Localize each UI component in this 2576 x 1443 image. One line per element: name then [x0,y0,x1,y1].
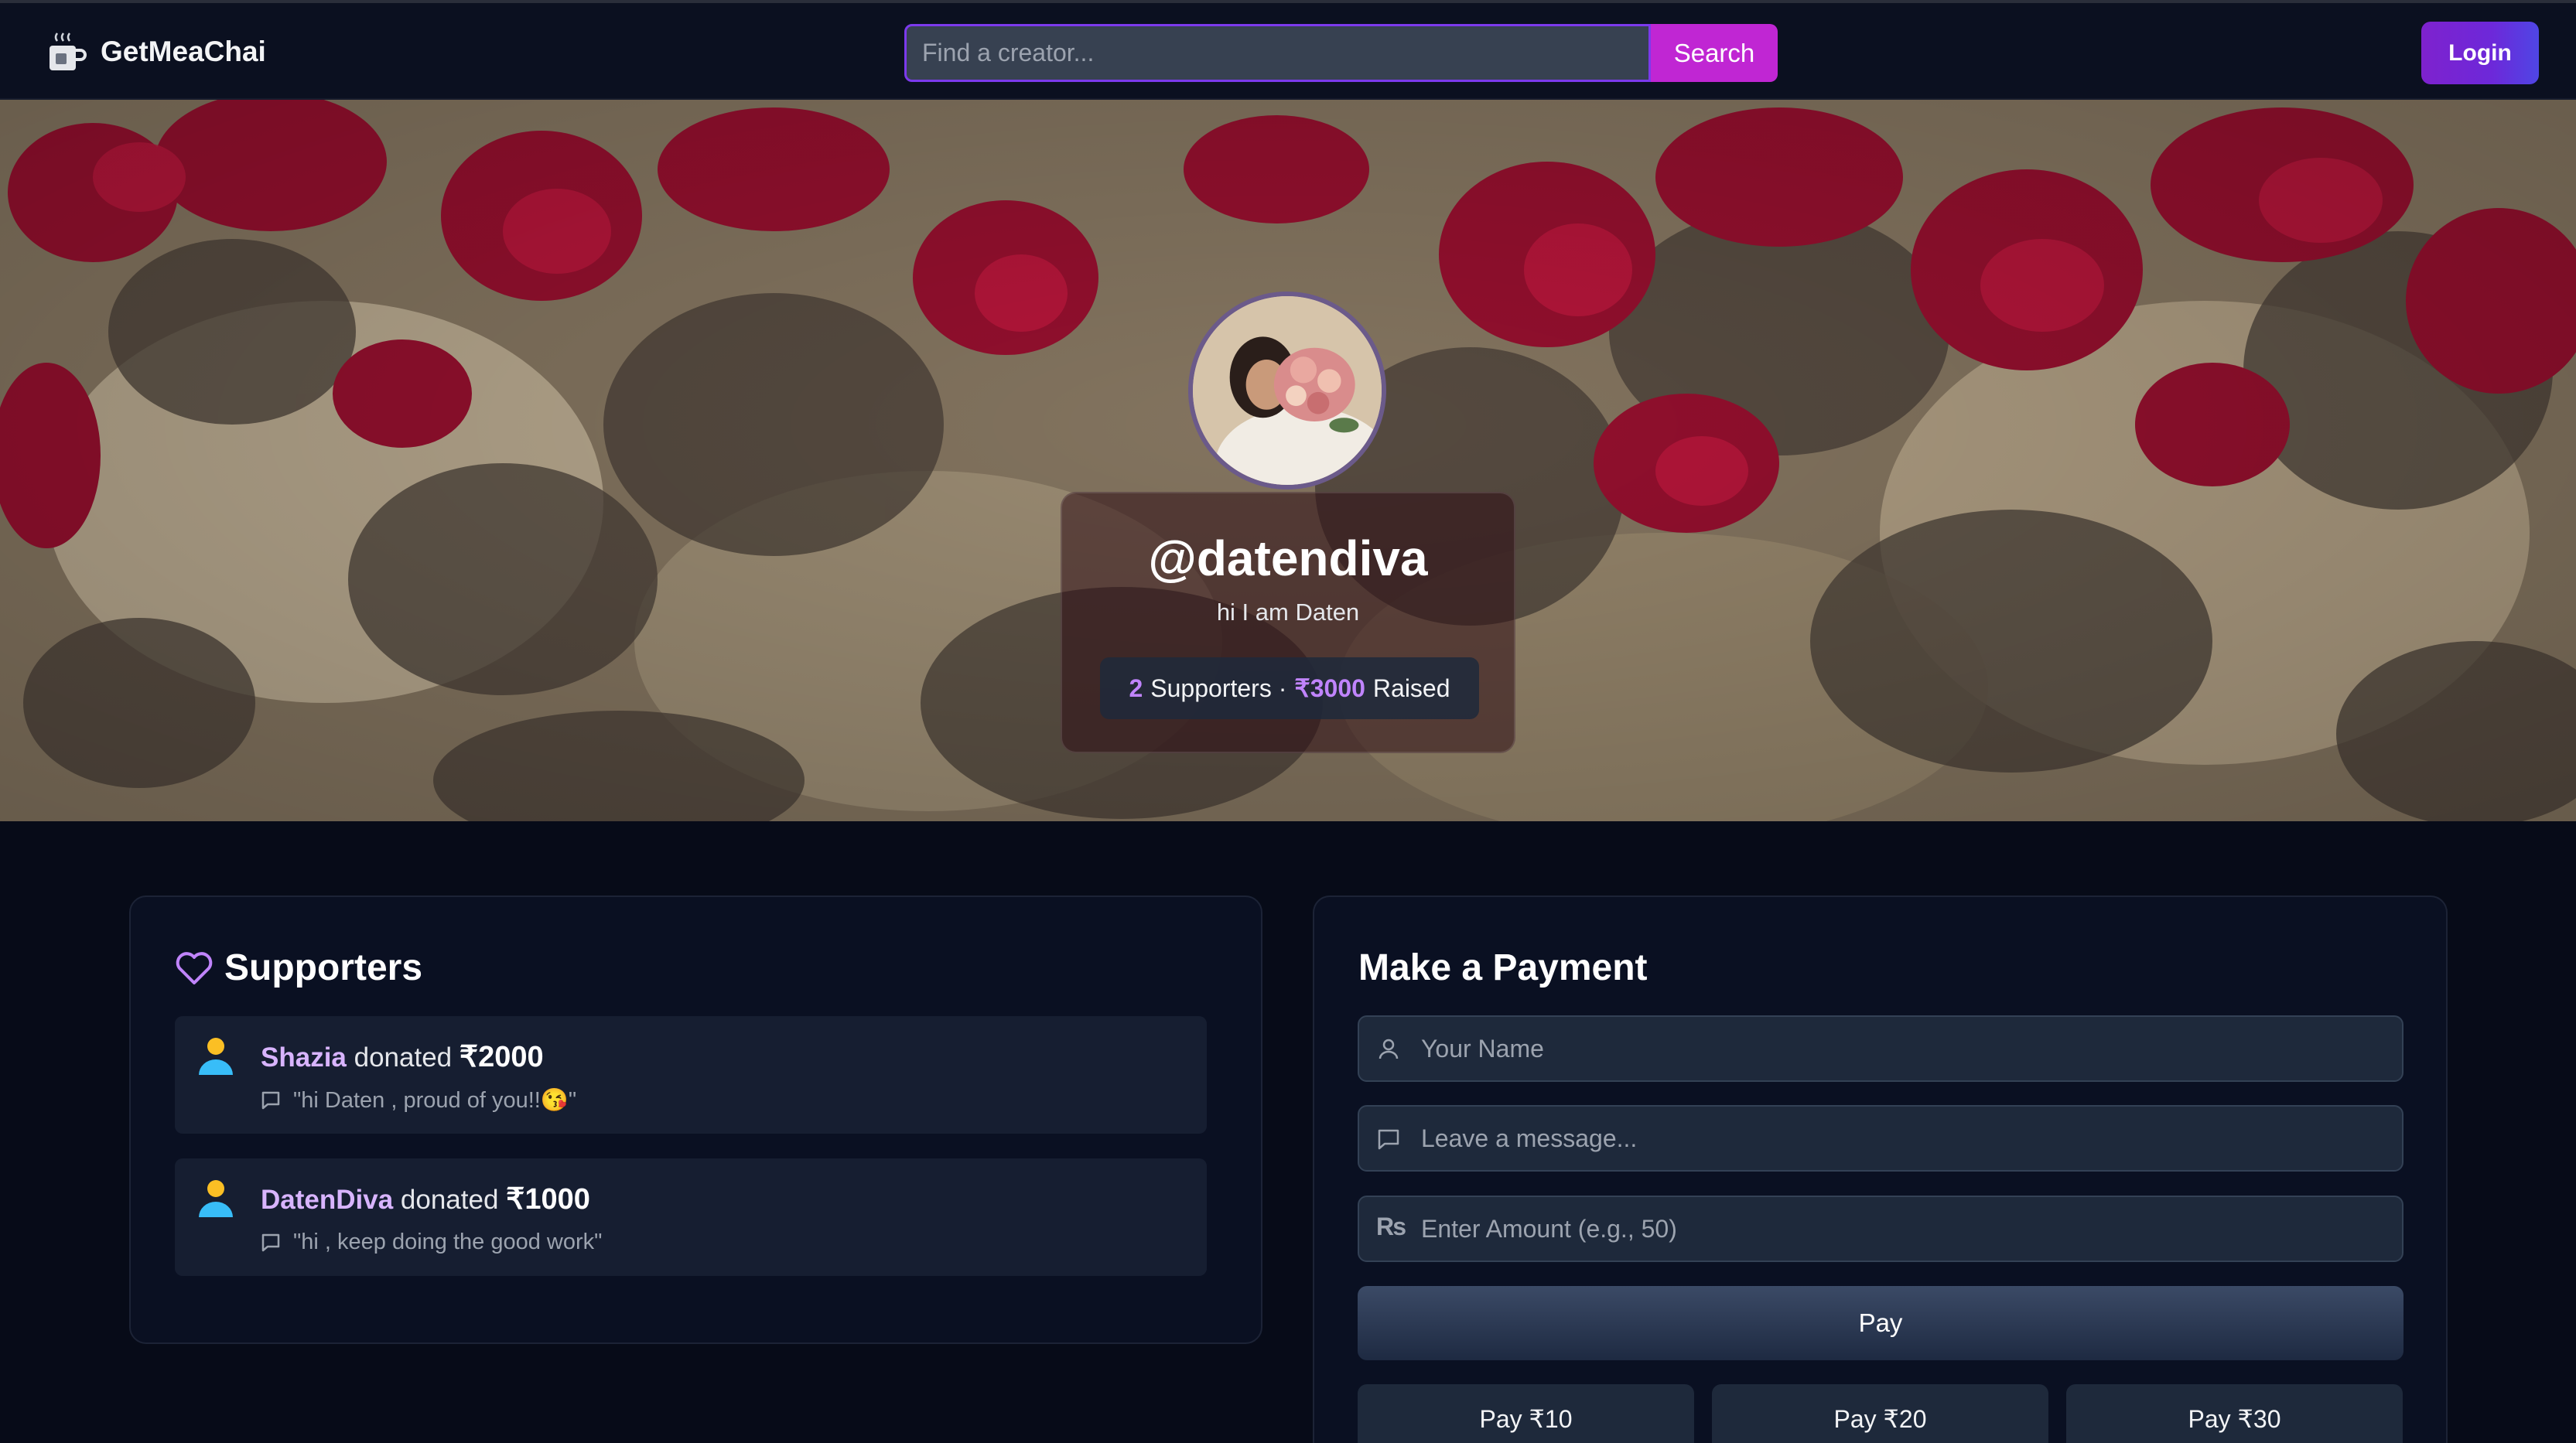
supporter-name: Shazia [261,1042,347,1073]
donation-amount: ₹2000 [459,1041,544,1073]
heart-icon [176,951,213,984]
quick-pay-10-button[interactable]: Pay ₹10 [1358,1384,1694,1443]
supporter-donation: DatenDiva donated ₹1000 [261,1182,590,1216]
profile-stats: 2 Supporters · ₹3000 Raised [1100,657,1479,719]
tea-cup-icon [50,32,87,70]
raised-amount: ₹3000 [1294,674,1365,702]
supporters-heading: Supporters [175,947,422,989]
supporter-message: "hi Daten , proud of you!!😘" [261,1087,576,1114]
brand[interactable]: GetMeaChai [46,26,266,77]
cover-banner: @datendiva hi I am Daten 2 Supporters · … [0,100,2576,821]
user-icon [1379,1039,1399,1059]
amount-field: ₨ [1358,1196,2403,1262]
supporters-panel: Supporters Shazia donated ₹2000 "hi Date… [129,895,1262,1344]
supporters-count: 2 [1129,674,1143,702]
search-bar: Search [904,24,1778,82]
message-field [1358,1105,2403,1172]
supporter-name: DatenDiva [261,1185,394,1215]
message-icon [261,1091,280,1110]
profile-bio: hi I am Daten [1216,599,1360,626]
donation-amount: ₹1000 [506,1183,590,1216]
pay-button[interactable]: Pay [1358,1286,2403,1360]
supporter-item: Shazia donated ₹2000 "hi Daten , proud o… [175,1016,1207,1134]
name-input[interactable] [1421,1017,2388,1080]
user-avatar-icon [199,1180,233,1217]
supporter-message-text: "hi , keep doing the good work" [293,1230,603,1254]
brand-name: GetMeaChai [101,36,266,67]
message-input[interactable] [1421,1107,2388,1170]
message-icon [261,1233,280,1251]
quick-pay-20-button[interactable]: Pay ₹20 [1712,1384,2048,1443]
quick-pay-30-button[interactable]: Pay ₹30 [2066,1384,2403,1443]
profile-handle: @datendiva [1148,530,1428,586]
amount-input[interactable] [1421,1197,2388,1260]
payment-title: Make a Payment [1358,947,1648,988]
login-button[interactable]: Login [2421,22,2539,84]
payment-panel: Make a Payment ₨ Pay Pay ₹10 Pay ₹20 Pay… [1313,895,2448,1443]
supporter-item: DatenDiva donated ₹1000 "hi , keep doing… [175,1158,1207,1276]
payment-heading: Make a Payment [1358,947,1648,989]
supporters-title: Supporters [224,947,423,988]
supporter-message: "hi , keep doing the good work" [261,1230,602,1255]
message-icon [1378,1129,1399,1150]
name-field [1358,1015,2403,1082]
search-button[interactable]: Search [1651,24,1778,82]
profile-card: @datendiva hi I am Daten 2 Supporters · … [1061,492,1515,753]
donated-label: donated [400,1185,499,1215]
donated-label: donated [354,1042,453,1073]
profile-avatar[interactable] [1188,292,1386,490]
profile-photo [1193,296,1382,485]
supporter-message-text: "hi Daten , proud of you!!😘" [293,1088,577,1113]
raised-label: Raised [1372,674,1450,702]
navbar: GetMeaChai Search Login [0,0,2576,100]
user-avatar-icon [199,1038,233,1075]
supporters-label: Supporters · [1150,674,1287,702]
rupee-icon: ₨ [1376,1213,1407,1240]
supporter-donation: Shazia donated ₹2000 [261,1039,544,1074]
search-input[interactable] [904,24,1651,82]
